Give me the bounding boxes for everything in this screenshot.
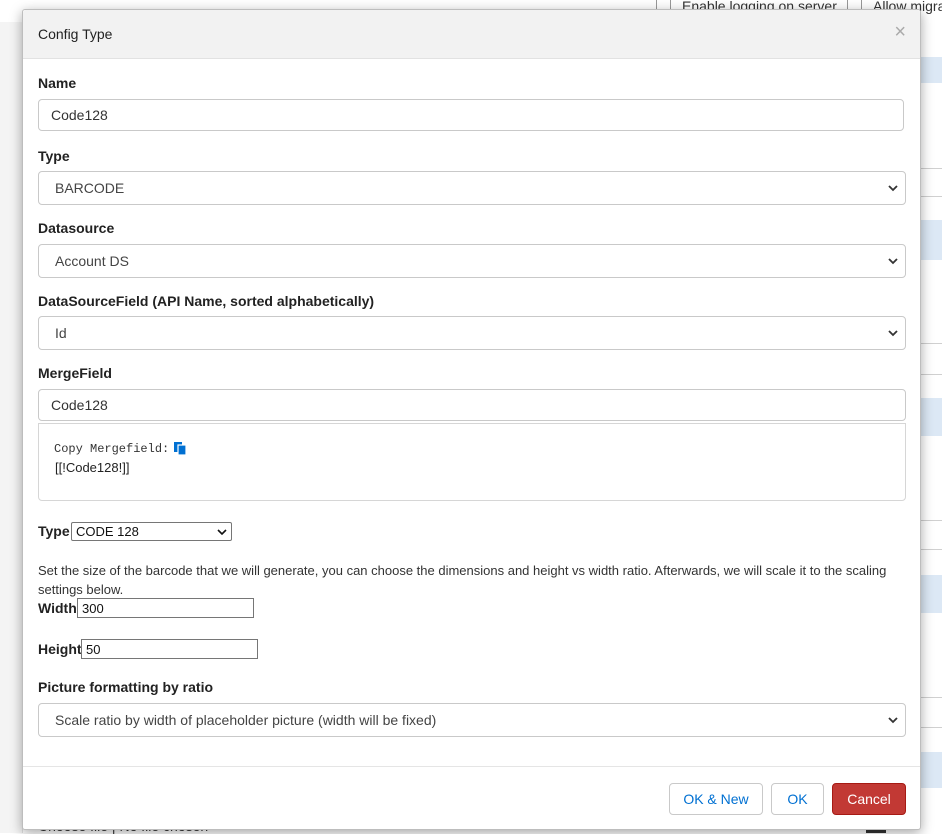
type-label: Type — [38, 148, 70, 164]
background-left-panel — [0, 22, 23, 833]
cancel-button[interactable]: Cancel — [832, 783, 906, 815]
dialog-header: Config Type × — [23, 10, 920, 59]
datasource-label: Datasource — [38, 220, 115, 236]
datasource-field-select[interactable]: Id — [38, 316, 906, 350]
picture-formatting-select-value: Scale ratio by width of placeholder pict… — [55, 712, 437, 728]
datasource-select[interactable]: Account DS — [38, 244, 906, 278]
dialog-title: Config Type — [38, 26, 113, 42]
config-type-dialog: Config Type × Name Type BARCODE Datasour… — [22, 9, 921, 830]
background-section — [919, 398, 942, 436]
chevron-down-icon — [217, 529, 227, 536]
picture-formatting-label: Picture formatting by ratio — [38, 679, 214, 695]
datasource-select-value: Account DS — [55, 253, 129, 269]
barcode-type-label: Type — [38, 523, 70, 539]
background-divider — [919, 374, 942, 375]
type-select-value: BARCODE — [55, 180, 125, 196]
dialog-footer: OK & New OK Cancel — [23, 766, 920, 830]
chevron-down-icon — [888, 717, 898, 724]
chevron-down-icon — [888, 258, 898, 265]
picture-formatting-select[interactable]: Scale ratio by width of placeholder pict… — [38, 703, 906, 737]
chevron-down-icon — [888, 330, 898, 337]
background-divider — [919, 549, 942, 550]
ok-button[interactable]: OK — [771, 783, 824, 815]
close-icon[interactable]: × — [894, 22, 906, 42]
height-input[interactable] — [81, 639, 258, 659]
ok-new-button[interactable]: OK & New — [669, 783, 763, 815]
mergefield-label: MergeField — [38, 365, 112, 381]
background-divider — [919, 697, 942, 698]
width-input[interactable] — [77, 598, 254, 618]
datasource-field-select-value: Id — [55, 325, 67, 341]
background-section — [919, 220, 942, 260]
background-section — [919, 575, 942, 613]
background-divider — [919, 520, 942, 521]
barcode-type-select[interactable]: CODE 128 — [71, 522, 232, 541]
name-label: Name — [38, 75, 77, 91]
copy-icon[interactable] — [173, 441, 187, 455]
background-divider — [919, 168, 942, 169]
background-section — [919, 752, 942, 788]
mergefield-copy-panel: Copy Mergefield: [[!Code128!]] — [38, 423, 906, 501]
type-select[interactable]: BARCODE — [38, 171, 906, 205]
height-label: Height — [38, 641, 82, 657]
background-divider — [919, 196, 942, 197]
barcode-type-select-value: CODE 128 — [76, 524, 139, 539]
copy-mergefield-label: Copy Mergefield: — [54, 442, 170, 456]
background-divider — [919, 343, 942, 344]
chevron-down-icon — [888, 185, 898, 192]
mergefield-input[interactable] — [38, 389, 906, 421]
size-help-text: Set the size of the barcode that we will… — [38, 563, 887, 597]
datasource-field-label: DataSourceField (API Name, sorted alphab… — [38, 293, 375, 309]
mergefield-code: [[!Code128!]] — [55, 460, 130, 475]
background-section — [919, 57, 942, 83]
name-input[interactable] — [38, 99, 904, 131]
background-divider — [919, 727, 942, 728]
width-label: Width — [38, 600, 77, 616]
